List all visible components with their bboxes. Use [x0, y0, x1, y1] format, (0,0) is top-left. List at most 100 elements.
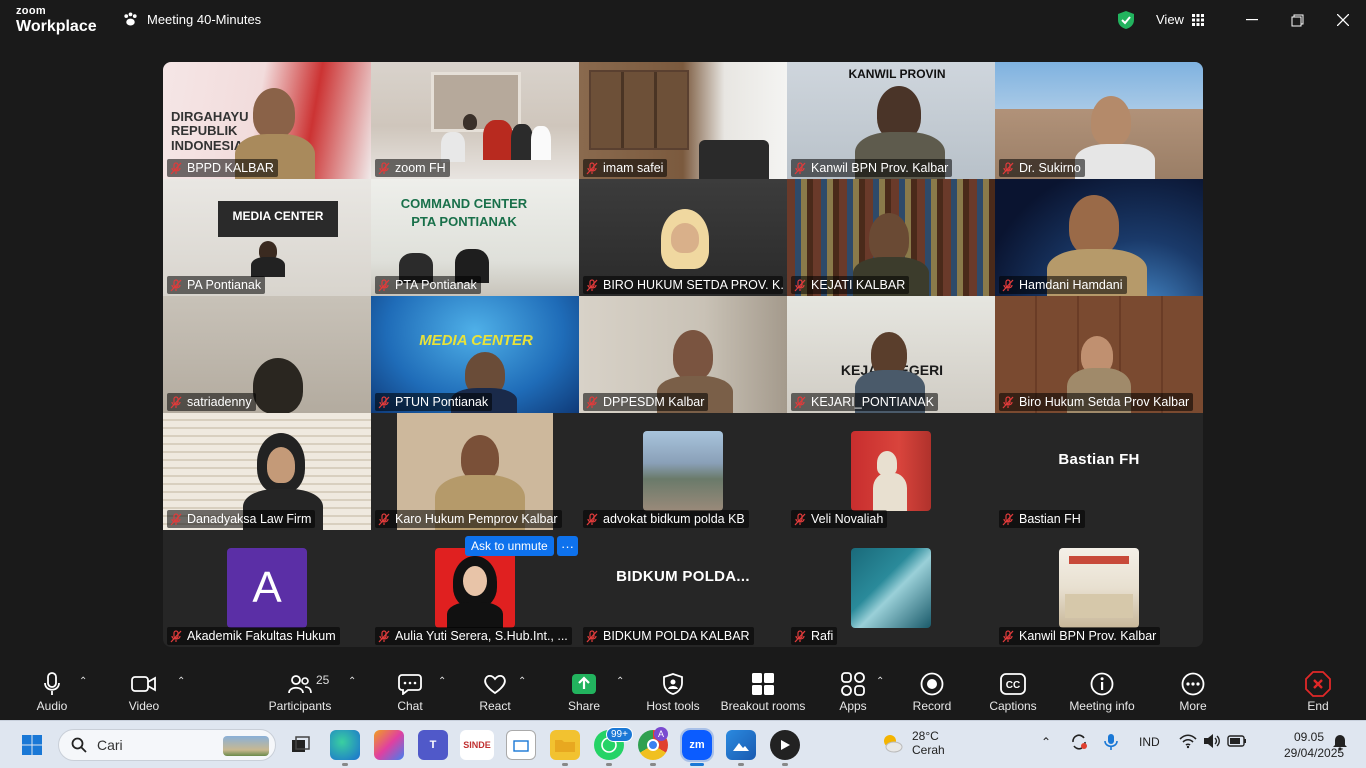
participant-tile-active-speaker[interactable]: zoom FH	[371, 62, 579, 179]
minimize-icon[interactable]	[1240, 10, 1264, 30]
volume-icon[interactable]	[1203, 733, 1221, 752]
participants-button[interactable]: Participants	[264, 661, 336, 719]
windows-start-icon[interactable]	[18, 730, 46, 760]
participant-name: BIRO HUKUM SETDA PROV. K...	[603, 278, 783, 292]
copilot-icon[interactable]	[374, 730, 404, 760]
weather-widget[interactable]: 28°C Cerah	[880, 729, 945, 758]
participant-tile[interactable]: Karo Hukum Pemprov Kalbar	[371, 413, 579, 530]
whatsapp-unread-badge: 99+	[606, 727, 633, 742]
mic-muted-icon	[378, 161, 390, 174]
mic-muted-icon	[586, 512, 598, 525]
participant-tile[interactable]: Rafi	[787, 530, 995, 647]
more-button[interactable]: More	[1170, 661, 1216, 719]
view-label: View	[1156, 12, 1184, 27]
audio-label: Audio	[36, 699, 68, 713]
profile-picture	[643, 431, 723, 511]
chat-button[interactable]: Chat	[392, 661, 428, 719]
participant-tile[interactable]: advokat bidkum polda KB	[579, 413, 787, 530]
file-explorer-icon[interactable]	[550, 730, 580, 766]
participant-tile[interactable]: Danadyaksa Law Firm	[163, 413, 371, 530]
system-clock[interactable]: 09.05 29/04/2025	[1284, 729, 1344, 761]
wifi-icon[interactable]	[1179, 733, 1197, 752]
participant-tile[interactable]: Hamdani Hamdani	[995, 179, 1203, 296]
end-meeting-button[interactable]: End	[1298, 661, 1338, 719]
encryption-shield-icon[interactable]	[1116, 10, 1136, 30]
participant-name: Akademik Fakultas Hukum	[187, 629, 336, 643]
title-bar: zoom Workplace Meeting 40-Minutes View	[0, 0, 1366, 42]
mic-muted-icon	[378, 629, 390, 642]
mic-muted-icon	[170, 629, 182, 642]
chat-options-chevron-icon[interactable]: ⌃	[438, 676, 446, 687]
participant-tile[interactable]: DPPESDM Kalbar	[579, 296, 787, 413]
notification-icon[interactable]	[1332, 733, 1348, 754]
participant-tile[interactable]: Kanwil BPN Prov. Kalbar	[995, 530, 1203, 647]
microphone-in-use-icon[interactable]	[1104, 733, 1118, 754]
participant-tile[interactable]: Veli Novaliah	[787, 413, 995, 530]
audio-options-chevron-icon[interactable]: ⌃	[79, 676, 87, 687]
participant-tile[interactable]: KANWIL PROVIN Kanwil BPN Prov. Kalbar	[787, 62, 995, 179]
show-hidden-icons-chevron-icon[interactable]: ⌃	[1041, 735, 1051, 749]
participants-options-chevron-icon[interactable]: ⌃	[348, 676, 356, 687]
meeting-title[interactable]: Meeting 40-Minutes	[122, 11, 261, 28]
ask-to-unmute-button[interactable]: Ask to unmute	[465, 536, 554, 556]
video-button[interactable]: Video	[120, 661, 168, 719]
participant-tile[interactable]: A Akademik Fakultas Hukum	[163, 530, 371, 647]
participant-name: BIDKUM POLDA KALBAR	[603, 629, 750, 643]
participant-tile[interactable]: MEDIA CENTER PTUN Pontianak	[371, 296, 579, 413]
participant-tile[interactable]: Dr. Sukirno	[995, 62, 1203, 179]
zoom-logo: zoom Workplace	[16, 6, 97, 35]
meeting-info-button[interactable]: Meeting info	[1064, 661, 1140, 719]
mic-muted-icon	[586, 629, 598, 642]
share-screen-icon	[571, 671, 597, 697]
participant-tile[interactable]: satriadenny	[163, 296, 371, 413]
view-button[interactable]: View	[1156, 12, 1204, 27]
task-view-icon[interactable]	[286, 730, 316, 760]
taskbar-search[interactable]: Cari	[58, 729, 276, 761]
photos-icon[interactable]	[726, 730, 756, 766]
participant-tile[interactable]: MEDIA CENTER PA Pontianak	[163, 179, 371, 296]
participant-tile[interactable]: COMMAND CENTER PTA PONTIANAK PTA Pontian…	[371, 179, 579, 296]
edge-icon[interactable]	[330, 730, 360, 766]
breakout-rooms-icon	[750, 671, 776, 697]
react-options-chevron-icon[interactable]: ⌃	[518, 676, 526, 687]
sinde-icon[interactable]: SINDE	[460, 730, 494, 760]
participant-tile[interactable]: Bastian FH Bastian FH	[995, 413, 1203, 530]
share-button[interactable]: Share	[564, 661, 604, 719]
restore-icon[interactable]	[1285, 10, 1309, 30]
apps-options-chevron-icon[interactable]: ⌃	[876, 676, 884, 687]
chat-icon	[397, 671, 423, 697]
video-options-chevron-icon[interactable]: ⌃	[177, 676, 185, 687]
participant-tile[interactable]: KEJATI KALBAR	[787, 179, 995, 296]
mic-muted-icon	[794, 161, 806, 174]
share-options-chevron-icon[interactable]: ⌃	[616, 676, 624, 687]
store-icon[interactable]	[506, 730, 536, 760]
host-tools-button[interactable]: Host tools	[644, 661, 702, 719]
participant-tile[interactable]: BIRO HUKUM SETDA PROV. K...	[579, 179, 787, 296]
tile-more-options-button[interactable]: ···	[557, 536, 578, 556]
participant-tile[interactable]: Biro Hukum Setda Prov Kalbar	[995, 296, 1203, 413]
record-button[interactable]: Record	[910, 661, 954, 719]
apps-button[interactable]: Apps	[836, 661, 870, 719]
input-language[interactable]: IND	[1139, 735, 1160, 749]
zoom-app-icon[interactable]: zm	[680, 728, 714, 766]
participant-tile[interactable]: BIDKUM POLDA... BIDKUM POLDA KALBAR	[579, 530, 787, 647]
sync-icon[interactable]	[1070, 733, 1088, 754]
participant-name: zoom FH	[395, 161, 446, 175]
mic-muted-icon	[586, 395, 598, 408]
participant-tile[interactable]: DIRGAHAYU REPUBLIK INDONESIA BPPD KALBAR	[163, 62, 371, 179]
mic-muted-icon	[378, 278, 390, 291]
mic-muted-icon	[170, 395, 182, 408]
participant-tile[interactable]: imam safei	[579, 62, 787, 179]
profile-picture	[851, 431, 931, 511]
close-icon[interactable]	[1331, 10, 1355, 30]
react-button[interactable]: React	[476, 661, 514, 719]
teams-icon[interactable]: T	[418, 730, 448, 760]
participant-tile[interactable]: KEJA I NEGERI KEJARI_PONTIANAK	[787, 296, 995, 413]
breakout-rooms-button[interactable]: Breakout rooms	[718, 661, 808, 719]
audio-button[interactable]: Audio	[30, 661, 74, 719]
end-call-icon	[1305, 671, 1331, 697]
battery-icon[interactable]	[1227, 734, 1247, 751]
captions-button[interactable]: CC Captions	[986, 661, 1040, 719]
apps-label: Apps	[839, 699, 867, 713]
media-player-icon[interactable]	[770, 730, 800, 766]
